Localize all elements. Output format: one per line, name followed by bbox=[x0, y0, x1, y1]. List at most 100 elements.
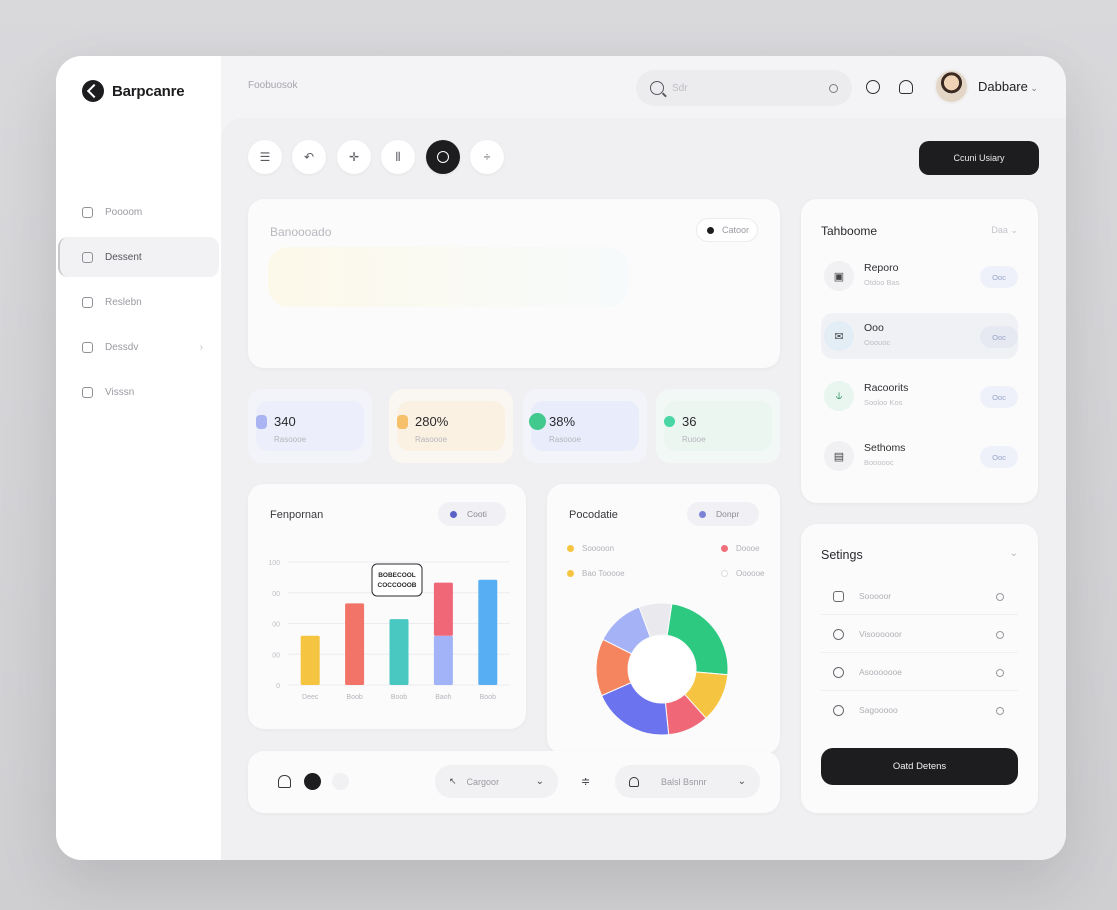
donut-chart bbox=[595, 602, 729, 736]
list-item[interactable]: ✉ Ooo Ooouoc Ooc bbox=[821, 313, 1018, 359]
app-window: Barpcanre Poooom Dessent Reslebn Dessdv … bbox=[56, 56, 1066, 860]
stat-card[interactable]: 36 Ruooe bbox=[656, 389, 780, 463]
stat-card[interactable]: 340 Rasoooe bbox=[248, 389, 372, 463]
sidebar-item-2[interactable]: Reslebn bbox=[56, 282, 221, 322]
more-icon[interactable] bbox=[332, 773, 349, 790]
sidebar-item-3[interactable]: Dessdv › bbox=[56, 327, 221, 367]
undo-tool-button[interactable]: ↶ bbox=[292, 140, 326, 174]
settings-row[interactable]: Visoooooor bbox=[821, 617, 1018, 653]
stat-marker-icon bbox=[529, 413, 546, 430]
list-item[interactable]: ▤ Sethoms Boooooc Ooc bbox=[821, 433, 1018, 479]
shortcut-list-title: Tahboome bbox=[821, 224, 878, 238]
x-tick-label: Baoh bbox=[435, 694, 451, 701]
brand[interactable]: Barpcanre bbox=[82, 80, 185, 102]
settings-action-button[interactable]: Oatd Detens bbox=[821, 748, 1018, 785]
x-tick-label: Boob bbox=[480, 694, 496, 701]
settings-toggle[interactable] bbox=[996, 593, 1004, 601]
card-icon bbox=[82, 341, 93, 353]
stat-value: 38% bbox=[549, 414, 576, 429]
chat-icon[interactable] bbox=[866, 80, 880, 94]
sidebar-item-1[interactable]: Dessent bbox=[58, 237, 219, 277]
bar bbox=[345, 603, 365, 685]
refresh-icon bbox=[833, 667, 844, 678]
search-icon bbox=[650, 81, 664, 95]
donut-hole bbox=[629, 636, 695, 702]
split-tool-button[interactable]: ⫴ bbox=[381, 140, 415, 174]
sidebar-item-label: Poooom bbox=[105, 206, 143, 218]
divide-icon: ÷ bbox=[483, 150, 491, 164]
grid-icon bbox=[82, 386, 93, 398]
list-item[interactable]: ▣ Reporo Otdoo Bas Ooc bbox=[821, 253, 1018, 299]
category-select[interactable]: ↖ Cargoor ⌄ bbox=[435, 765, 558, 798]
search-bar[interactable] bbox=[636, 70, 852, 106]
list-item[interactable]: ⫝ Racoorits Sooloo Kos Ooc bbox=[821, 373, 1018, 419]
folder-icon: ▤ bbox=[824, 441, 854, 471]
bar bbox=[478, 579, 498, 685]
home-icon[interactable] bbox=[278, 775, 291, 788]
record-tool-button[interactable] bbox=[426, 140, 460, 174]
sidebar-item-label: Dessent bbox=[105, 251, 142, 263]
stat-inner bbox=[397, 401, 505, 451]
bar bbox=[389, 619, 409, 685]
brand-logo-icon bbox=[82, 80, 104, 102]
stat-marker-icon bbox=[397, 415, 408, 429]
shortcut-list-more[interactable]: Daa ⌄ bbox=[991, 225, 1018, 236]
list-item-name: Reporo bbox=[864, 262, 899, 274]
stat-label: Ruooe bbox=[682, 435, 706, 444]
settings-row-label: Sooooor bbox=[859, 591, 892, 601]
move-tool-button[interactable]: ✛ bbox=[337, 140, 371, 174]
stat-label: Rasoooe bbox=[549, 435, 582, 444]
primary-action-button[interactable]: Ccuni Usiary bbox=[919, 141, 1039, 175]
chevron-right-icon: › bbox=[199, 341, 203, 353]
tooltip-line: COCCOOOB bbox=[378, 582, 417, 589]
settings-toggle[interactable] bbox=[996, 707, 1004, 715]
user-name: Dabbare bbox=[978, 79, 1028, 94]
avatar[interactable] bbox=[934, 69, 969, 104]
home-icon bbox=[82, 206, 93, 218]
list-item-name: Sethoms bbox=[864, 442, 906, 454]
clock-icon bbox=[833, 705, 844, 716]
list-item-badge[interactable]: Ooc bbox=[980, 386, 1018, 408]
divide-tool-button[interactable]: ÷ bbox=[470, 140, 504, 174]
link-icon: ↖ bbox=[449, 776, 457, 786]
stat-card[interactable]: 280% Rasoooe bbox=[389, 389, 513, 463]
list-item-badge[interactable]: Ooc bbox=[980, 266, 1018, 288]
sidebar-item-0[interactable]: Poooom bbox=[56, 192, 221, 232]
chevron-down-icon[interactable]: ⌄ bbox=[1010, 548, 1018, 559]
sidebar-item-label: Visssn bbox=[105, 386, 135, 398]
y-tick-label: 00 bbox=[272, 652, 280, 659]
x-tick-label: Boob bbox=[391, 694, 407, 701]
report-icon: ▣ bbox=[824, 261, 854, 291]
menu-tool-button[interactable]: ☰ bbox=[248, 140, 282, 174]
record-icon[interactable] bbox=[304, 773, 321, 790]
chevron-down-icon: ⌄ bbox=[737, 776, 746, 787]
stat-inner bbox=[664, 401, 772, 451]
list-item-name: Racoorits bbox=[864, 382, 909, 394]
filter-icon[interactable]: ≑ bbox=[581, 775, 594, 788]
x-tick-label: Deec bbox=[302, 694, 319, 701]
move-icon: ✛ bbox=[348, 150, 360, 164]
bell-icon[interactable] bbox=[899, 80, 913, 94]
settings-toggle[interactable] bbox=[996, 631, 1004, 639]
hero-filter-pill[interactable]: Catoor bbox=[696, 218, 758, 242]
mic-icon[interactable] bbox=[829, 83, 838, 93]
bar-chart-card: Fenpornan Cooti 0 00 00 00 100 Deec Boob Boob Ba… bbox=[248, 484, 526, 729]
stat-card[interactable]: 38% Rasoooe bbox=[523, 389, 647, 463]
device-icon bbox=[833, 591, 844, 602]
list-item-badge[interactable]: Ooc bbox=[980, 446, 1018, 468]
settings-row[interactable]: Sagooooo bbox=[821, 693, 1018, 729]
shortcut-list-card: Tahboome Daa ⌄ ▣ Reporo Otdoo Bas Ooc ✉ … bbox=[801, 199, 1038, 503]
stat-value: 280% bbox=[415, 414, 449, 429]
list-item-badge[interactable]: Ooc bbox=[980, 326, 1018, 348]
user-menu[interactable]: Dabbare ⌄ bbox=[978, 79, 1038, 94]
bar bbox=[300, 635, 320, 685]
sort-select[interactable]: Balsl Bsnnr ⌄ bbox=[615, 765, 760, 798]
settings-toggle[interactable] bbox=[996, 669, 1004, 677]
search-input[interactable] bbox=[672, 82, 821, 94]
settings-row[interactable]: Sooooor bbox=[821, 579, 1018, 615]
stat-label: Rasoooe bbox=[274, 435, 307, 444]
settings-row[interactable]: Asooooooe bbox=[821, 655, 1018, 691]
sidebar-item-label: Reslebn bbox=[105, 296, 142, 308]
sidebar-item-4[interactable]: Visssn bbox=[56, 372, 221, 412]
menu-icon: ☰ bbox=[259, 150, 271, 164]
